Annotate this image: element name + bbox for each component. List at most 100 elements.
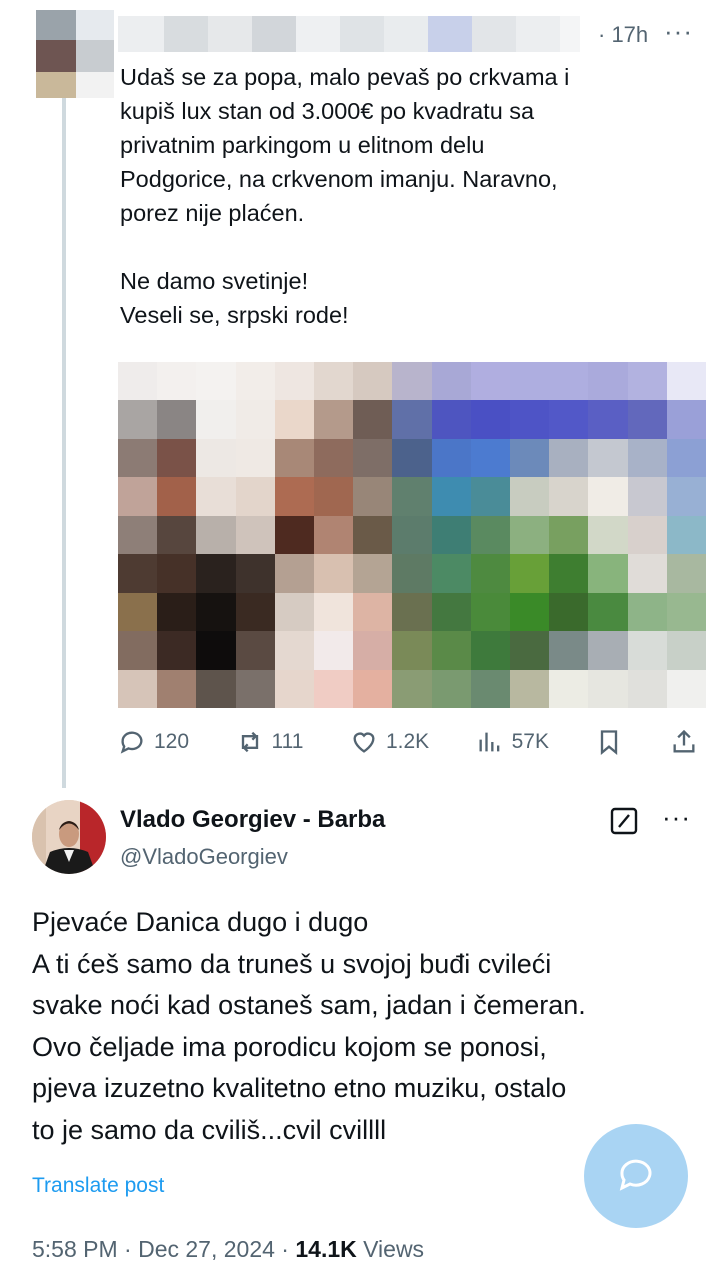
blurred-author-header[interactable] bbox=[118, 16, 580, 52]
media-pixel bbox=[314, 515, 354, 555]
media-pixel bbox=[235, 400, 275, 439]
repost-button[interactable]: 111 bbox=[236, 728, 304, 756]
media-pixel bbox=[627, 669, 667, 708]
grok-icon[interactable] bbox=[610, 807, 638, 835]
media-pixel bbox=[314, 438, 354, 478]
media-pixel bbox=[470, 515, 510, 555]
media-pixel bbox=[470, 477, 510, 516]
media-pixel bbox=[588, 438, 628, 478]
media-pixel bbox=[392, 631, 432, 670]
media-pixel bbox=[549, 515, 589, 555]
media-pixel bbox=[274, 592, 314, 632]
thread-line bbox=[62, 98, 66, 788]
more-options-icon[interactable]: ··· bbox=[662, 802, 691, 833]
analytics-icon bbox=[479, 732, 499, 752]
media-pixel bbox=[431, 438, 471, 478]
media-pixel bbox=[196, 592, 236, 632]
media-pixel bbox=[588, 362, 628, 401]
media-pixel bbox=[314, 592, 354, 632]
media-pixel bbox=[118, 477, 158, 516]
more-horizontal-icon[interactable]: ··· bbox=[664, 16, 693, 47]
media-pixel bbox=[510, 592, 550, 632]
share-icon bbox=[673, 729, 695, 753]
views-count-total: 14.1K bbox=[295, 1236, 357, 1262]
media-pixel bbox=[588, 554, 628, 593]
media-pixel bbox=[235, 438, 275, 478]
repost-count: 111 bbox=[271, 730, 304, 753]
translate-post-link[interactable]: Translate post bbox=[32, 1174, 164, 1198]
media-pixel bbox=[157, 477, 197, 516]
avatar[interactable] bbox=[32, 800, 106, 874]
bookmark-button[interactable] bbox=[595, 728, 623, 756]
media-pixel bbox=[431, 669, 471, 708]
post-meta: 5:58 PM · Dec 27, 2024 · 14.1K Views bbox=[32, 1236, 424, 1263]
media-pixel bbox=[510, 438, 550, 478]
media-pixel bbox=[627, 554, 667, 593]
media-pixel bbox=[196, 515, 236, 555]
media-pixel bbox=[510, 554, 550, 593]
media-pixel bbox=[274, 515, 314, 555]
media-pixel bbox=[392, 477, 432, 516]
media-pixel bbox=[353, 400, 393, 439]
media-pixel bbox=[118, 669, 158, 708]
post-timestamp[interactable]: 5:58 PM · Dec 27, 2024 · bbox=[32, 1236, 295, 1262]
reply-button[interactable]: 120 bbox=[118, 728, 189, 756]
media-pixel bbox=[549, 592, 589, 632]
media-pixel bbox=[157, 362, 197, 401]
reply-count: 120 bbox=[154, 730, 190, 753]
media-pixel bbox=[314, 477, 354, 516]
media-pixel bbox=[549, 631, 589, 670]
media-pixel bbox=[431, 515, 471, 555]
tweet-media-image[interactable] bbox=[118, 362, 706, 708]
media-pixel bbox=[157, 400, 197, 439]
blurred-avatar[interactable] bbox=[36, 10, 114, 98]
media-pixel bbox=[157, 631, 197, 670]
media-pixel bbox=[666, 669, 706, 708]
media-pixel bbox=[196, 631, 236, 670]
media-pixel bbox=[157, 592, 197, 632]
views-label: Views bbox=[356, 1236, 425, 1262]
media-pixel bbox=[588, 477, 628, 516]
media-pixel bbox=[470, 592, 510, 632]
media-pixel bbox=[627, 592, 667, 632]
author-handle[interactable]: @VladoGeorgiev bbox=[120, 844, 288, 870]
media-pixel bbox=[549, 438, 589, 478]
share-button[interactable] bbox=[670, 728, 698, 756]
media-pixel bbox=[510, 362, 550, 401]
compose-reply-button[interactable] bbox=[584, 1124, 688, 1228]
media-pixel bbox=[666, 554, 706, 593]
media-pixel bbox=[588, 592, 628, 632]
media-pixel bbox=[353, 669, 393, 708]
media-pixel bbox=[314, 362, 354, 401]
media-pixel bbox=[118, 592, 158, 632]
media-pixel bbox=[549, 554, 589, 593]
media-pixel bbox=[510, 515, 550, 555]
media-pixel bbox=[666, 515, 706, 555]
media-pixel bbox=[235, 477, 275, 516]
media-pixel bbox=[118, 362, 158, 401]
views-button[interactable]: 57K bbox=[476, 728, 549, 756]
media-pixel bbox=[510, 631, 550, 670]
media-pixel bbox=[274, 669, 314, 708]
media-pixel bbox=[314, 669, 354, 708]
like-button[interactable]: 1.2K bbox=[350, 728, 429, 756]
media-pixel bbox=[549, 362, 589, 401]
media-pixel bbox=[235, 592, 275, 632]
media-pixel bbox=[392, 592, 432, 632]
media-pixel bbox=[235, 554, 275, 593]
reply-text: Pjevaće Danica dugo i dugo A ti ćeš samo… bbox=[32, 907, 586, 1145]
media-pixel bbox=[431, 400, 471, 439]
media-pixel bbox=[392, 400, 432, 439]
media-pixel bbox=[353, 438, 393, 478]
media-pixel bbox=[235, 515, 275, 555]
media-pixel bbox=[431, 592, 471, 632]
media-pixel bbox=[196, 400, 236, 439]
media-pixel bbox=[627, 362, 667, 401]
author-name[interactable]: Vlado Georgiev - Barba bbox=[120, 806, 385, 834]
media-pixel bbox=[588, 515, 628, 555]
tweet-text: Udaš se za popa, malo pevaš po crkvama i… bbox=[120, 64, 570, 328]
media-pixel bbox=[431, 362, 471, 401]
media-pixel bbox=[510, 477, 550, 516]
tweet-time: · 17h bbox=[598, 22, 649, 47]
bookmark-icon bbox=[601, 730, 618, 755]
